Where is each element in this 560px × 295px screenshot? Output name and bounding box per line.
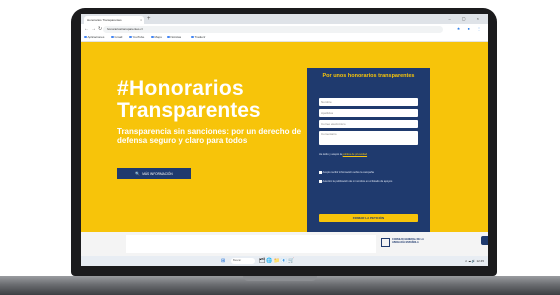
start-icon[interactable]: ⊞	[221, 258, 225, 264]
bookmark-item[interactable]: Maps	[151, 34, 162, 41]
privacy-consent: He leído y acepto la política de privaci…	[319, 153, 418, 156]
taskbar-app-icons[interactable]: 🗂🌐📁📧🛒	[259, 257, 295, 265]
new-tab-icon[interactable]: +	[147, 15, 151, 23]
checkbox[interactable]	[319, 171, 322, 174]
laptop-notch	[243, 276, 317, 281]
tab-close-icon[interactable]: ×	[140, 16, 142, 24]
content-card	[126, 235, 376, 253]
navigation-buttons[interactable]: ←→↻	[84, 25, 104, 33]
os-taskbar: ⊞ Buscar 🗂🌐📁📧🛒 ∧ ☁ 🔊 12:45	[81, 256, 488, 266]
hero-section: #Honorarios Transparentes Transparencia …	[81, 42, 488, 241]
consent-text: He leído y acepto la	[319, 153, 342, 156]
bookmark-item[interactable]: Traducir	[191, 34, 206, 41]
partner-logo-block[interactable]: CONSEJO GENERAL DE LA ABOGACÍA ESPAÑOLA	[381, 238, 436, 250]
last-name-field[interactable]: Apellidos	[319, 109, 418, 117]
more-info-label: MÁS INFORMACIÓN	[142, 172, 173, 176]
bookmark-item[interactable]: Aplicaciones	[84, 34, 105, 41]
tab-title: Honorarios Transparentes	[87, 18, 122, 22]
side-tab-button[interactable]	[481, 236, 488, 245]
browser-address-bar: ←→↻ honorariostransparentes.cl ★ ● ⋮	[81, 24, 488, 34]
bookmarks-bar: Aplicaciones Gmail YouTube Maps Noticias…	[81, 34, 488, 42]
bookmark-item[interactable]: Gmail	[111, 34, 123, 41]
first-name-field[interactable]: Nombre	[319, 98, 418, 106]
partner-emblem-icon	[381, 238, 390, 247]
checkbox[interactable]	[319, 180, 322, 183]
petition-form: Por unos honorarios transparentes Nombre…	[307, 68, 430, 241]
hero-title: Transparentes	[117, 99, 261, 122]
more-info-button[interactable]: 🔍 MÁS INFORMACIÓN	[117, 168, 191, 179]
checkbox-label: Acepto recibir información sobre la camp…	[322, 171, 374, 174]
browser-tab[interactable]: Honorarios Transparentes ×	[84, 16, 144, 24]
privacy-policy-link[interactable]: política de privacidad	[343, 153, 367, 156]
hero-subtitle: Transparencia sin sanciones: por un dere…	[117, 127, 302, 145]
browser-tab-bar: Honorarios Transparentes × + – ▢ ×	[81, 14, 488, 24]
hero-hashtag: #Honorarios	[117, 77, 244, 100]
partner-name: CONSEJO GENERAL DE LA ABOGACÍA ESPAÑOLA	[392, 238, 424, 244]
taskbar-search-input[interactable]: Buscar	[231, 258, 255, 264]
form-title: Por unos honorarios transparentes	[322, 73, 415, 79]
url-input[interactable]: honorariostransparentes.cl	[103, 25, 443, 33]
bookmark-item[interactable]: YouTube	[129, 34, 145, 41]
laptop-screen: Honorarios Transparentes × + – ▢ × ←→↻ h…	[81, 14, 488, 266]
extension-icons[interactable]: ★ ● ⋮	[457, 25, 484, 33]
system-tray[interactable]: ∧ ☁ 🔊 12:45	[465, 257, 484, 265]
comment-field[interactable]: Comentario	[319, 131, 418, 145]
submit-button[interactable]: FIRMAR LA PETICIÓN	[319, 214, 418, 222]
checkbox-label: Autorizo la publicación de mi nombre en …	[322, 180, 393, 183]
info-checkbox-row[interactable]: Acepto recibir información sobre la camp…	[319, 171, 418, 174]
search-icon: 🔍	[135, 171, 141, 176]
email-field[interactable]: Correo electrónico	[319, 120, 418, 128]
content-strip: CONSEJO GENERAL DE LA ABOGACÍA ESPAÑOLA	[81, 232, 488, 256]
publish-checkbox-row[interactable]: Autorizo la publicación de mi nombre en …	[319, 180, 418, 183]
window-controls[interactable]: – ▢ ×	[448, 15, 484, 23]
bookmark-item[interactable]: Noticias	[167, 34, 182, 41]
